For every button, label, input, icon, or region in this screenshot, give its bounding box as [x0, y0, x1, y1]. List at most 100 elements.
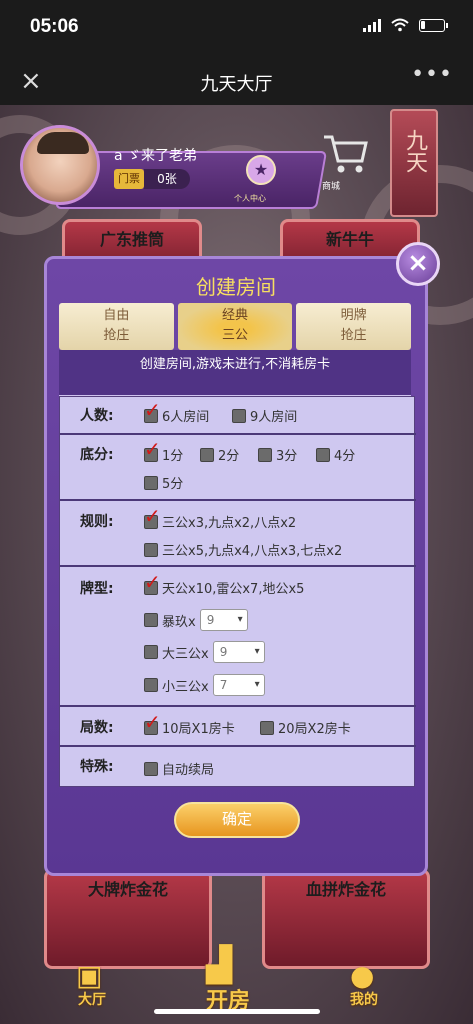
dialog-title: 创建房间: [196, 275, 276, 299]
multiplier-select[interactable]: 9: [199, 609, 248, 631]
status-icons: [363, 18, 448, 32]
rules-option-1[interactable]: ✓ 三公x3,九点x2,八点x2: [144, 506, 297, 531]
nav-mine[interactable]: 我的: [350, 989, 378, 1009]
home-icon[interactable]: ▣: [76, 959, 102, 992]
options-panel: 人数: ✓ 6人房间 9人房间 底分: ✓ 1分 2分 3分 4分 5分 规则:…: [59, 396, 416, 787]
rounds-10-option[interactable]: ✓ 10局X1房卡: [144, 712, 235, 737]
close-icon[interactable]: ×: [396, 242, 440, 286]
game-tile-xuepin[interactable]: 血拼炸金花: [262, 869, 430, 969]
game-tile-label: 新牛牛: [325, 230, 374, 249]
checkbox[interactable]: [144, 678, 158, 692]
checkbox[interactable]: [258, 447, 272, 462]
base-2-option[interactable]: 2分: [200, 445, 239, 464]
players-row: 人数: ✓ 6人房间 9人房间: [60, 397, 416, 435]
checkbox[interactable]: [316, 447, 330, 462]
checkbox-checked[interactable]: ✓: [144, 712, 161, 735]
checkbox[interactable]: [144, 613, 158, 627]
wifi-icon: [391, 18, 409, 32]
checkbox-checked[interactable]: ✓: [144, 439, 161, 462]
card-type-option-3[interactable]: 大三公x 9: [144, 641, 265, 663]
option-label: 2分: [218, 449, 240, 464]
base-1-option[interactable]: ✓ 1分: [144, 439, 184, 464]
special-label: 特殊:: [80, 759, 114, 775]
checkbox[interactable]: [144, 645, 158, 659]
rounds-row: 局数: ✓ 10局X1房卡 20局X2房卡: [60, 707, 416, 747]
avatar[interactable]: [20, 125, 100, 205]
checkbox[interactable]: [260, 720, 274, 735]
option-label: 4分: [334, 449, 356, 464]
card-type-option-2[interactable]: 暴玖x 9: [144, 609, 248, 631]
option-label: 三公x3,九点x2,八点x2: [162, 516, 297, 531]
players-label: 人数:: [80, 408, 114, 424]
rules-option-2[interactable]: 三公x5,九点x4,八点x3,七点x2: [144, 540, 342, 559]
rounds-label: 局数:: [80, 720, 114, 736]
checkbox-checked[interactable]: ✓: [144, 506, 161, 529]
card-type-row: 牌型: ✓ 天公x10,雷公x7,地公x5 暴玖x 9 大三公x 9 小三公x …: [60, 567, 416, 707]
card-type-option-1[interactable]: ✓ 天公x10,雷公x7,地公x5: [144, 572, 305, 597]
game-tile-label: 广东推筒: [99, 230, 164, 249]
status-bar: 05:06: [0, 0, 473, 58]
option-label: 5分: [162, 477, 184, 492]
cart-icon[interactable]: [320, 131, 370, 181]
base-5-option[interactable]: 5分: [144, 473, 183, 492]
base-4-option[interactable]: 4分: [316, 445, 355, 464]
multiplier-select[interactable]: 7: [212, 674, 265, 696]
option-label: 9人房间: [250, 410, 298, 425]
tab-classic-sangong[interactable]: 经典 三公: [177, 303, 293, 350]
option-label: 自动续局: [162, 763, 215, 778]
checkbox[interactable]: [144, 761, 158, 776]
nav-hall[interactable]: 大厅: [78, 989, 106, 1009]
signal-icon: [363, 18, 381, 32]
option-label: 天公x10,雷公x7,地公x5: [162, 582, 305, 597]
checkbox-checked[interactable]: ✓: [144, 400, 161, 423]
option-label: 三公x5,九点x4,八点x3,七点x2: [162, 544, 343, 559]
game-tile-label: 血拼炸金花: [305, 880, 386, 899]
checkbox[interactable]: [200, 447, 214, 462]
option-label: 10局X1房卡: [162, 722, 235, 737]
tab-label: 经典: [222, 308, 249, 323]
auto-continue-option[interactable]: 自动续局: [144, 759, 214, 778]
card-type-label: 牌型:: [80, 581, 114, 597]
base-3-option[interactable]: 3分: [258, 445, 297, 464]
battery-icon: [419, 18, 448, 32]
shop-label: 商城: [322, 182, 341, 192]
home-indicator: [154, 1009, 320, 1014]
game-tile-dapai[interactable]: 大牌炸金花: [44, 869, 212, 969]
page-title: 九天大厅: [200, 74, 273, 95]
option-label: 小三公x: [162, 679, 209, 695]
rules-label: 规则:: [80, 514, 114, 530]
card-type-option-4[interactable]: 小三公x 7: [144, 674, 265, 696]
option-label: 3分: [276, 449, 298, 464]
players-6-option[interactable]: ✓ 6人房间: [144, 400, 209, 425]
game-tile-label: 大牌炸金花: [87, 880, 168, 899]
checkbox[interactable]: [232, 408, 246, 423]
logo-banner: 九天: [390, 109, 438, 217]
more-icon[interactable]: •••: [411, 62, 453, 87]
rules-row: 规则: ✓ 三公x3,九点x2,八点x2 三公x5,九点x4,八点x3,七点x2: [60, 501, 416, 567]
option-label: 20局X2房卡: [278, 722, 351, 737]
checkbox[interactable]: [144, 475, 158, 490]
special-row: 特殊: 自动续局: [60, 747, 416, 786]
tab-open-banker[interactable]: 明牌 抢庄: [296, 303, 412, 350]
profile-icon[interactable]: ●: [350, 959, 374, 992]
user-profile[interactable]: a ゞ来了老弟 门票 0张 ★ 个人中心: [20, 125, 328, 209]
mode-tabs: 自由 抢庄 经典 三公 明牌 抢庄: [59, 303, 412, 350]
tab-free-banker[interactable]: 自由 抢庄: [59, 303, 174, 350]
checkbox[interactable]: [144, 542, 158, 557]
confirm-button[interactable]: 确定: [174, 802, 300, 838]
multiplier-select[interactable]: 9: [212, 641, 265, 663]
checkbox-checked[interactable]: ✓: [144, 572, 161, 595]
tab-label: 三公: [222, 328, 249, 343]
option-label: 1分: [162, 449, 184, 464]
option-label: 暴玖x: [162, 614, 196, 630]
personal-center-label: 个人中心: [234, 194, 266, 203]
tab-label: 抢庄: [103, 328, 130, 343]
tab-label: 明牌: [340, 308, 367, 323]
notice-text: 创建房间,游戏未进行,不消耗房卡: [59, 350, 411, 396]
star-icon[interactable]: ★: [246, 155, 276, 185]
tab-label: 抢庄: [340, 328, 367, 343]
rounds-20-option[interactable]: 20局X2房卡: [260, 718, 351, 737]
user-name: a ゞ来了老弟: [114, 148, 198, 164]
players-9-option[interactable]: 9人房间: [232, 406, 297, 425]
sofa-icon[interactable]: ▟: [206, 945, 232, 985]
